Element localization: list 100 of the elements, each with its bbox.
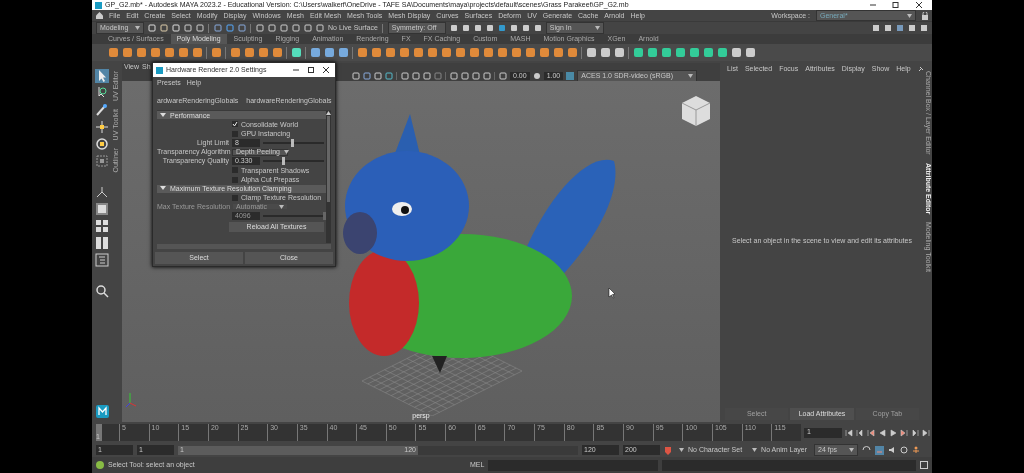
scrollbar[interactable] xyxy=(157,244,331,249)
shelf-tool-icon[interactable] xyxy=(427,47,438,58)
shelf-tool-icon[interactable] xyxy=(230,47,241,58)
shelf-tool-icon[interactable] xyxy=(689,47,700,58)
close-icon[interactable] xyxy=(320,66,332,74)
app-logo-icon xyxy=(95,1,102,9)
scroll-up-icon[interactable] xyxy=(326,111,331,116)
auto-key-icon[interactable] xyxy=(664,445,672,455)
script-editor-icon[interactable] xyxy=(920,461,928,469)
shelf-tool-icon[interactable] xyxy=(675,47,686,58)
shelf-tool-icon[interactable] xyxy=(371,47,382,58)
shelf-tool-icon[interactable] xyxy=(357,47,368,58)
play-backwards-icon[interactable] xyxy=(878,428,886,437)
play-icon[interactable] xyxy=(889,428,897,437)
checkmark-icon xyxy=(232,121,238,128)
shelf-tool-icon[interactable] xyxy=(469,47,480,58)
shelf-tool-icon[interactable] xyxy=(310,47,321,58)
shelf-tool-icon[interactable] xyxy=(413,47,424,58)
speaker-icon[interactable] xyxy=(888,446,896,454)
shelf-tool-icon[interactable] xyxy=(703,47,714,58)
shelf-tool-icon[interactable] xyxy=(399,47,410,58)
brush-icon[interactable] xyxy=(95,103,109,117)
checkbox[interactable] xyxy=(232,121,238,128)
axis-icon[interactable] xyxy=(95,185,109,199)
shelf-tool-icon[interactable] xyxy=(324,47,335,58)
shelf-tool-icon[interactable] xyxy=(633,47,644,58)
shelf-tool-icon[interactable] xyxy=(192,47,203,58)
shelf-tool-icon[interactable] xyxy=(150,47,161,58)
scrollbar[interactable] xyxy=(326,111,331,243)
four-view-icon[interactable] xyxy=(95,219,109,233)
lasso-icon[interactable] xyxy=(95,86,109,100)
lock-icon[interactable] xyxy=(922,11,928,20)
pin-icon[interactable] xyxy=(917,66,924,73)
separator-icon xyxy=(494,72,496,80)
shelf-tool-icon[interactable] xyxy=(539,47,550,58)
two-view-icon[interactable] xyxy=(95,236,109,250)
step-back-icon[interactable] xyxy=(856,428,864,437)
slider-thumb[interactable] xyxy=(290,138,294,147)
separator-icon xyxy=(225,46,227,59)
separator-icon xyxy=(206,46,208,59)
character-icon[interactable] xyxy=(912,446,920,454)
shelf-tool-icon[interactable] xyxy=(272,47,283,58)
separator-icon xyxy=(305,46,307,59)
shelf-tool-icon[interactable] xyxy=(385,47,396,58)
shelf-tool-icon[interactable] xyxy=(164,47,175,58)
move-icon[interactable] xyxy=(95,120,109,134)
next-key-icon[interactable] xyxy=(900,428,908,437)
shelf-tool-icon[interactable] xyxy=(647,47,658,58)
shelf-tool-icon[interactable] xyxy=(497,47,508,58)
shelf-tool-icon[interactable] xyxy=(614,47,625,58)
caret-icon xyxy=(752,448,758,452)
separator-icon xyxy=(396,72,398,80)
go-to-start-icon[interactable] xyxy=(845,428,853,437)
shelf-tool-icon[interactable] xyxy=(122,47,133,58)
color-management-icon[interactable] xyxy=(566,72,575,80)
outliner-icon[interactable] xyxy=(95,253,109,267)
shelf-tool-icon[interactable] xyxy=(258,47,269,58)
checkbox[interactable] xyxy=(232,194,238,201)
go-to-end-icon[interactable] xyxy=(922,428,930,437)
shelf-tool-icon[interactable] xyxy=(661,47,672,58)
home-icon[interactable] xyxy=(96,12,103,19)
shelf-tool-icon[interactable] xyxy=(745,47,756,58)
shelf-tool-icon[interactable] xyxy=(511,47,522,58)
shelf-tool-icon[interactable] xyxy=(600,47,611,58)
cycle-icon[interactable] xyxy=(900,446,908,454)
shelf-tool-icon[interactable] xyxy=(244,47,255,58)
shelf-tool-icon[interactable] xyxy=(455,47,466,58)
shelf-tool-icon[interactable] xyxy=(525,47,536,58)
search-icon[interactable] xyxy=(95,284,109,298)
scale-icon[interactable] xyxy=(95,154,109,168)
checkbox[interactable] xyxy=(232,167,238,174)
shelf-tool-icon[interactable] xyxy=(717,47,728,58)
single-view-icon[interactable] xyxy=(95,202,109,216)
gamma-icon[interactable] xyxy=(532,72,541,80)
shelf-tool-icon[interactable] xyxy=(178,47,189,58)
previous-key-icon[interactable] xyxy=(867,428,875,437)
collapse-arrow-icon[interactable] xyxy=(160,112,166,118)
shelf-tool-icon[interactable] xyxy=(586,47,597,58)
shelf-tool-icon[interactable] xyxy=(291,47,302,58)
key-ticks-icon[interactable] xyxy=(875,445,884,455)
shelf-tool-icon[interactable] xyxy=(553,47,564,58)
slider-thumb[interactable] xyxy=(281,157,285,166)
rotate-icon[interactable] xyxy=(95,137,109,151)
separator-icon xyxy=(208,23,210,33)
shelf-tool-icon[interactable] xyxy=(483,47,494,58)
shelf-tool-icon[interactable] xyxy=(567,47,578,58)
step-forward-icon[interactable] xyxy=(911,428,919,437)
shelf-tool-icon[interactable] xyxy=(731,47,742,58)
shelf-tool-icon[interactable] xyxy=(136,47,147,58)
separator-icon xyxy=(445,72,447,80)
shelf-tool-icon[interactable] xyxy=(441,47,452,58)
checkbox[interactable] xyxy=(232,176,238,183)
collapse-arrow-icon[interactable] xyxy=(160,186,166,192)
shelf-tool-icon[interactable] xyxy=(338,47,349,58)
maximize-icon[interactable] xyxy=(305,66,317,74)
view-cube-icon[interactable] xyxy=(681,96,711,127)
checkbox[interactable] xyxy=(232,130,238,137)
caret-icon xyxy=(688,74,694,78)
shelf-tool-icon[interactable] xyxy=(108,47,119,58)
shelf-tool-icon[interactable] xyxy=(211,47,222,58)
